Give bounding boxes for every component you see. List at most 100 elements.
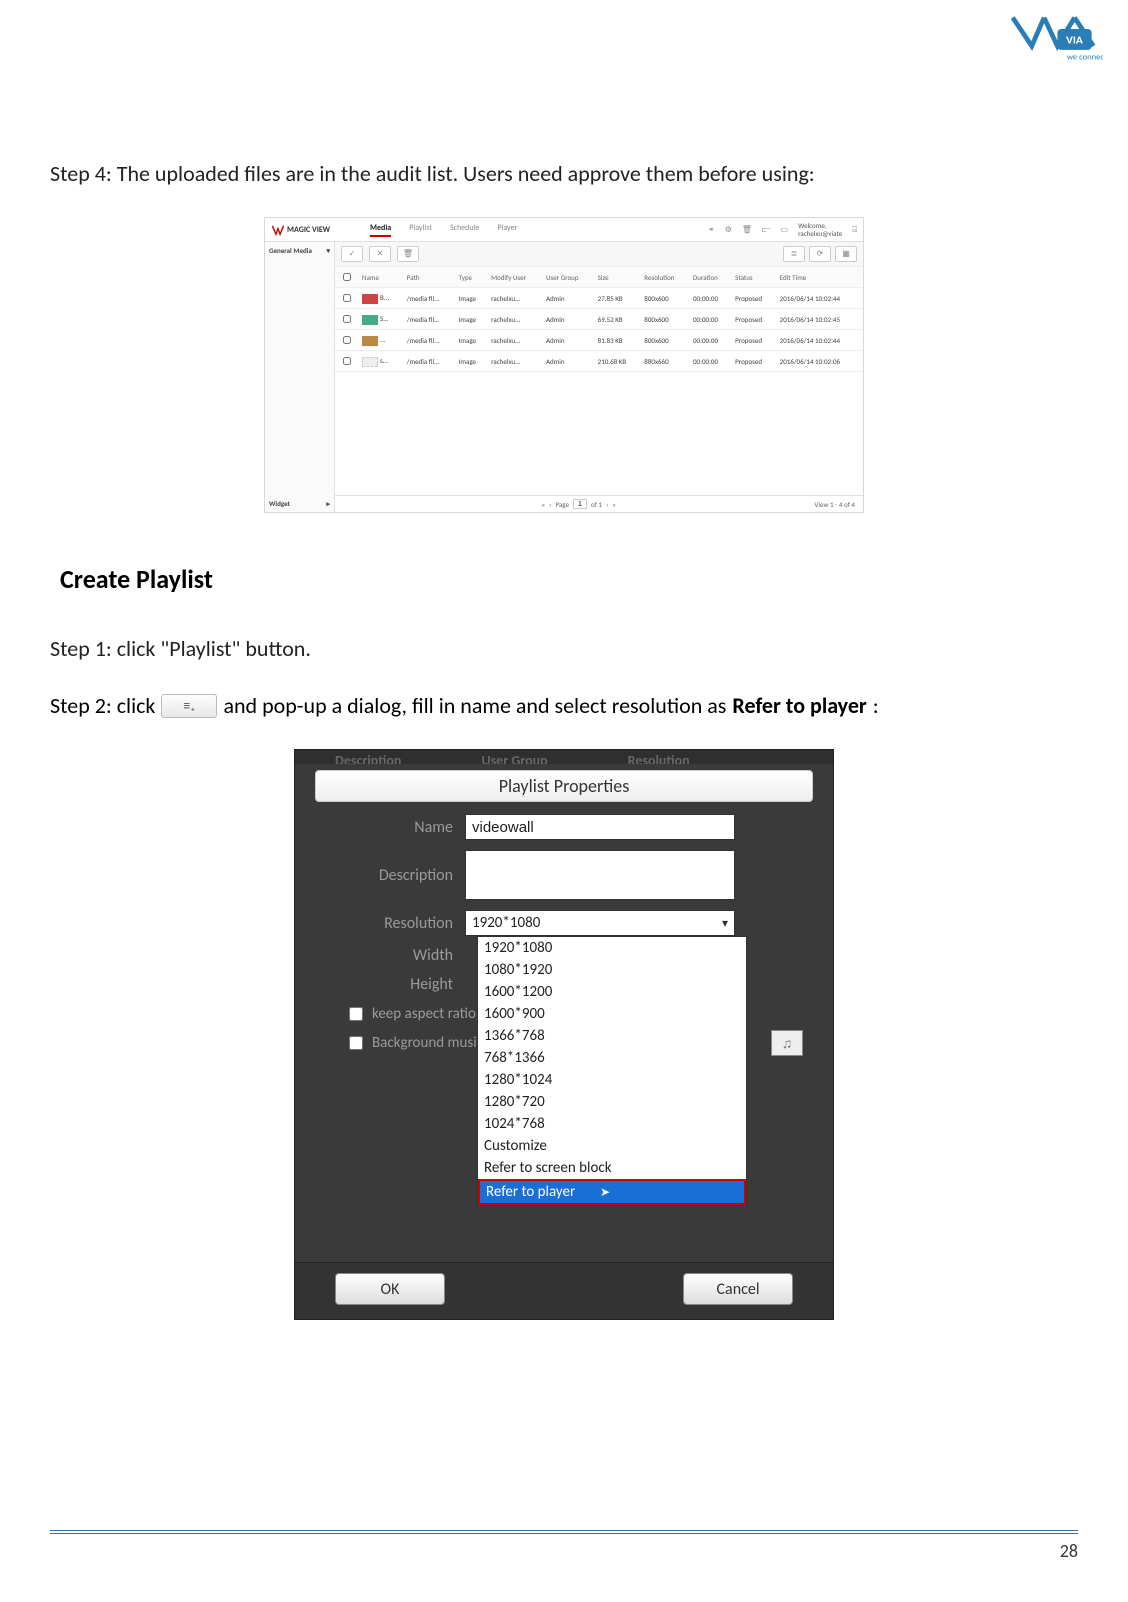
music-note-icon[interactable]: ♫ (771, 1030, 803, 1056)
svg-text:VIA: VIA (1066, 33, 1083, 47)
background-music-label: Background music (372, 1034, 483, 1052)
pager: « ‹ Page of 1 › » (541, 499, 615, 509)
dialog-title: Playlist Properties (315, 770, 813, 802)
tab-player[interactable]: Player (497, 223, 517, 237)
table-row[interactable]: .../media fil...Imagerachelxu...Admin81.… (335, 330, 863, 351)
resolution-label: Resolution (305, 914, 465, 933)
col-type[interactable]: Type (455, 267, 487, 288)
tab-playlist[interactable]: Playlist (409, 223, 432, 237)
col-modify-user[interactable]: Modify User (487, 267, 542, 288)
sidebar-widget[interactable]: Widget▸ (269, 499, 330, 508)
resolution-option[interactable]: 1600*900 (478, 1003, 746, 1025)
resolution-option[interactable]: 1024*768 (478, 1113, 746, 1135)
chevron-right-icon: ▸ (326, 499, 330, 508)
select-all-checkbox[interactable] (343, 273, 351, 281)
bg-tab-resolution: Resolution (628, 752, 690, 764)
toolbar-list-icon[interactable]: ≣ (783, 246, 805, 262)
background-music-checkbox[interactable] (349, 1036, 363, 1050)
toolbar-delete-button[interactable]: 🗑 (397, 246, 419, 262)
via-logo: VIA we connect (1008, 10, 1103, 60)
col-size[interactable]: Size (594, 267, 641, 288)
height-label: Height (305, 975, 465, 994)
row-checkbox[interactable] (343, 336, 351, 344)
resolution-option[interactable]: 1600*1200 (478, 981, 746, 1003)
thumbnail-icon (362, 357, 378, 367)
pager-prev-icon[interactable]: ‹ (549, 500, 551, 509)
resolution-select[interactable]: 1920*1080 ▾ (465, 910, 735, 936)
row-checkbox[interactable] (343, 357, 351, 365)
table-row[interactable]: S.../media fil...Imagerachelxu...Admin69… (335, 309, 863, 330)
resolution-option[interactable]: 1366*768 (478, 1025, 746, 1047)
pager-view-text: View 1 - 4 of 4 (814, 500, 855, 509)
bg-tab-usergroup: User Group (481, 752, 547, 764)
resolution-option[interactable]: 1280*1024 (478, 1069, 746, 1091)
row-checkbox[interactable] (343, 315, 351, 323)
resolution-option[interactable]: 1920*1080 (478, 937, 746, 959)
add-playlist-icon[interactable]: ≡₊ (161, 694, 217, 718)
resolution-option[interactable]: Refer to player➤ (478, 1179, 746, 1205)
resolution-option[interactable]: Refer to screen block (478, 1157, 746, 1179)
link-icon[interactable]: ⚭ (708, 225, 715, 235)
step2-text: Step 2: click ≡₊ and pop-up a dialog, fi… (50, 692, 1078, 719)
thumbnail-icon (362, 336, 378, 346)
logout-icon[interactable]: ⍈ (852, 225, 857, 235)
app-logo: MAGIC VIEW (271, 223, 330, 237)
tab-media[interactable]: Media (370, 223, 391, 237)
resolution-option[interactable]: 768*1366 (478, 1047, 746, 1069)
chart-icon[interactable]: ⫍ (762, 225, 771, 235)
description-textarea[interactable] (465, 850, 735, 900)
width-label: Width (305, 946, 465, 965)
chevron-down-icon: ▾ (722, 916, 728, 931)
cursor-icon: ➤ (600, 1185, 610, 1200)
pager-next-icon[interactable]: › (606, 500, 608, 509)
table-row[interactable]: B.../media fil...Imagerachelxu...Admin27… (335, 288, 863, 309)
col-status[interactable]: Status (731, 267, 776, 288)
screen-icon[interactable]: ▭ (781, 225, 789, 235)
description-label: Description (305, 866, 465, 885)
table-row[interactable]: s.../media fil...Imagerachelxu...Admin21… (335, 351, 863, 372)
ok-button[interactable]: OK (335, 1273, 445, 1305)
playlist-properties-dialog: Description User Group Resolution Playli… (294, 749, 834, 1320)
page-footer: 28 (50, 1530, 1078, 1562)
bg-tab-description: Description (335, 752, 401, 764)
col-edit-time[interactable]: Edit Time (776, 267, 863, 288)
resolution-option[interactable]: 1280*720 (478, 1091, 746, 1113)
section-create-playlist: Create Playlist (60, 563, 1078, 595)
toolbar-refresh-icon[interactable]: ⟳ (809, 246, 831, 262)
cancel-button[interactable]: Cancel (683, 1273, 793, 1305)
pager-current-input[interactable] (573, 499, 587, 509)
resolution-dropdown: 1920*10801080*19201600*12001600*9001366*… (477, 936, 747, 1206)
thumbnail-icon (362, 294, 378, 304)
keep-aspect-ratio-checkbox[interactable] (349, 1007, 363, 1021)
name-input[interactable] (465, 814, 735, 840)
resolution-option[interactable]: Customize (478, 1135, 746, 1157)
pager-last-icon[interactable]: » (612, 500, 616, 509)
magicview-screenshot: MAGIC VIEW Media Playlist Schedule Playe… (264, 217, 864, 513)
toolbar-grid-icon[interactable]: ▦ (835, 246, 857, 262)
name-label: Name (305, 818, 465, 837)
page-number: 28 (1060, 1540, 1078, 1562)
col-resolution[interactable]: Resolution (640, 267, 689, 288)
svg-text:we connect: we connect (1067, 52, 1103, 62)
pager-first-icon[interactable]: « (541, 500, 545, 509)
chevron-down-icon: ▾ (326, 246, 330, 255)
toolbar-approve-button[interactable]: ✓ (341, 246, 363, 262)
tab-schedule[interactable]: Schedule (450, 223, 479, 237)
col-name[interactable]: Name (358, 267, 403, 288)
media-table: Name Path Type Modify User User Group Si… (335, 267, 863, 495)
resolution-option[interactable]: 1080*1920 (478, 959, 746, 981)
row-checkbox[interactable] (343, 294, 351, 302)
keep-aspect-ratio-label: keep aspect ratio (372, 1005, 476, 1023)
col-user-group[interactable]: User Group (542, 267, 594, 288)
thumbnail-icon (362, 315, 378, 325)
pager-total: of 1 (591, 500, 602, 509)
toolbar-reject-button[interactable]: ✕ (369, 246, 391, 262)
gear-icon[interactable]: ⚙ (725, 225, 732, 235)
col-duration[interactable]: Duration (689, 267, 731, 288)
col-path[interactable]: Path (403, 267, 455, 288)
welcome-text: Welcome, rachelxu@viate (798, 222, 842, 237)
sidebar-general-media[interactable]: General Media▾ (269, 246, 330, 255)
pager-label: Page (555, 500, 569, 509)
trash-icon[interactable]: 🗑 (742, 225, 752, 235)
step1-text: Step 1: click "Playlist" button. (50, 635, 1078, 662)
